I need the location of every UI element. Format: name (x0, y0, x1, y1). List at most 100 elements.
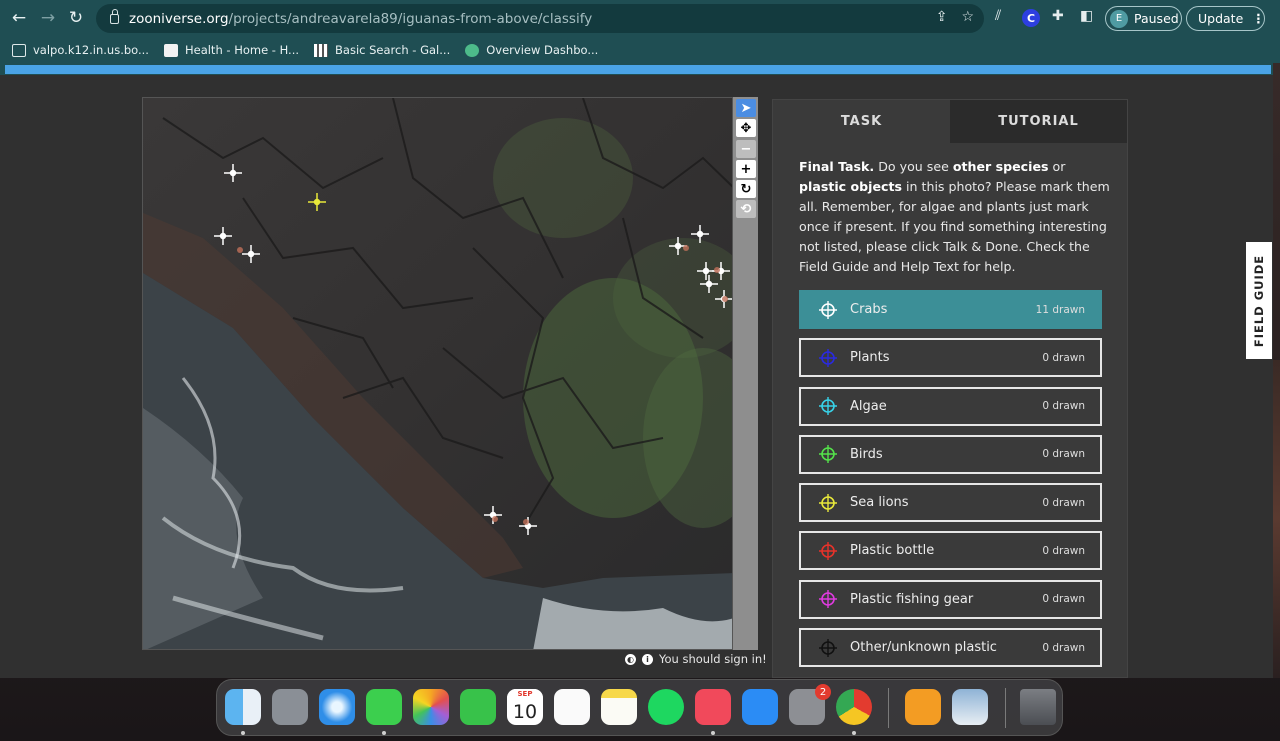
safari-icon[interactable] (319, 689, 355, 725)
trash-icon[interactable] (1020, 689, 1056, 725)
photos-icon[interactable] (413, 689, 449, 725)
instruction-text: or (1048, 159, 1066, 174)
field-guide-button[interactable]: FIELD GUIDE (1246, 242, 1272, 359)
extension-icon[interactable]: ⫽ (995, 8, 1001, 24)
crosshair-icon (819, 541, 837, 560)
bookmark-star-icon[interactable]: ☆ (961, 9, 974, 25)
facetime-icon[interactable] (460, 689, 496, 725)
url-path: /projects/andreavarela89/iguanas-from-ab… (228, 10, 593, 27)
bookmark-label: Health - Home - H... (184, 43, 300, 57)
task-panel: TASK TUTORIAL Final Task. Do you see oth… (772, 99, 1128, 678)
tool-crabs[interactable]: Crabs 11 drawn (799, 290, 1102, 329)
forward-arrow-icon[interactable]: → (34, 4, 62, 32)
launchpad-icon[interactable] (272, 689, 308, 725)
tool-sea-lions[interactable]: Sea lions 0 drawn (799, 483, 1102, 523)
notification-badge: 2 (815, 684, 831, 700)
finder-icon[interactable] (225, 689, 261, 725)
profile-button[interactable]: E Paused (1105, 6, 1182, 31)
instruction-emphasis: other species (952, 159, 1049, 174)
pointer-icon[interactable]: ➤ (736, 99, 756, 117)
zooniverse-page: ➤ ✥ − + ↻ ⟲ ◐ i You should sign in! TASK… (0, 63, 1273, 678)
subject-image[interactable] (142, 97, 733, 650)
tool-label: Sea lions (850, 495, 909, 511)
folder-icon (12, 43, 26, 57)
reminders-icon[interactable] (554, 689, 590, 725)
spotify-icon[interactable] (648, 689, 684, 725)
zoom-in-icon[interactable]: + (736, 160, 756, 178)
extension-c-icon[interactable]: C (1022, 9, 1040, 27)
macos-dock: SEP 10 2 (216, 679, 1063, 736)
instruction-lead: Final Task. (799, 159, 875, 174)
image-toolbar: ➤ ✥ − + ↻ ⟲ (733, 97, 758, 650)
messages-icon[interactable] (366, 689, 402, 725)
back-arrow-icon[interactable]: ← (5, 4, 33, 32)
bookmark-item[interactable]: Health - Home - H... (163, 43, 300, 57)
tool-count: 0 drawn (1042, 593, 1085, 606)
pan-icon[interactable]: ✥ (736, 119, 756, 137)
chrome-icon[interactable] (836, 689, 872, 725)
tool-count: 0 drawn (1042, 641, 1085, 654)
tab-tutorial[interactable]: TUTORIAL (950, 100, 1127, 143)
tool-other-unknown-plastic[interactable]: Other/unknown plastic 0 drawn (799, 628, 1102, 668)
gale-icon (314, 43, 329, 57)
share-icon[interactable]: ⇪ (936, 9, 948, 25)
zoom-out-icon[interactable]: − (736, 140, 756, 158)
contrast-icon[interactable]: ◐ (625, 653, 636, 665)
update-label: Update (1198, 11, 1244, 26)
crosshair-icon (819, 445, 837, 464)
tool-label: Plants (850, 350, 890, 366)
app-store-icon[interactable] (742, 689, 778, 725)
lock-icon (110, 8, 119, 24)
url-host: zooniverse.org (129, 10, 229, 27)
calendar-month: SEP (507, 689, 543, 699)
task-instructions: Final Task. Do you see other species or … (799, 157, 1111, 277)
browser-toolbar: ← → ↻ zooniverse.org/projects/andreavare… (0, 0, 1280, 37)
tool-count: 0 drawn (1042, 544, 1085, 557)
news-icon[interactable] (695, 689, 731, 725)
address-bar[interactable]: zooniverse.org/projects/andreavarela89/i… (96, 4, 984, 33)
profile-status: Paused (1134, 11, 1179, 26)
side-panel-icon[interactable]: ◧ (1080, 8, 1093, 24)
crosshair-icon (819, 348, 837, 367)
calendar-icon[interactable]: SEP 10 (507, 689, 543, 725)
tool-count: 0 drawn (1042, 496, 1085, 509)
tab-task[interactable]: TASK (773, 100, 950, 143)
health-icon (163, 43, 178, 57)
tool-label: Birds (850, 446, 883, 462)
drawing-tools-list: Crabs 11 drawn Plants 0 drawn Algae 0 drawn Bi… (799, 290, 1102, 676)
tool-label: Other/unknown plastic (850, 640, 997, 656)
notes-icon[interactable] (601, 689, 637, 725)
field-guide-label: FIELD GUIDE (1252, 254, 1267, 347)
crosshair-icon (819, 300, 837, 319)
tool-algae[interactable]: Algae 0 drawn (799, 386, 1102, 426)
tool-label: Plastic bottle (850, 543, 935, 559)
rotate-icon[interactable]: ↻ (736, 180, 756, 198)
tool-plastic-fishing-gear[interactable]: Plastic fishing gear 0 drawn (799, 579, 1102, 619)
bookmark-item[interactable]: Basic Search - Gal... (314, 43, 450, 57)
update-button[interactable]: Update ⋮ (1186, 6, 1265, 31)
screen: ← → ↻ zooniverse.org/projects/andreavare… (0, 0, 1280, 741)
home-icon[interactable] (905, 689, 941, 725)
tool-birds[interactable]: Birds 0 drawn (799, 434, 1102, 474)
puzzle-icon[interactable]: ✚ (1052, 8, 1064, 24)
reset-icon[interactable]: ⟲ (736, 200, 756, 218)
tool-count: 0 drawn (1042, 400, 1085, 413)
signin-notice: ◐ i You should sign in! (625, 652, 767, 666)
preview-icon[interactable] (952, 689, 988, 725)
info-icon[interactable]: i (642, 653, 653, 665)
tool-count: 0 drawn (1042, 351, 1085, 364)
bookmarks-bar: valpo.k12.in.us.bo... Health - Home - H.… (0, 37, 1280, 63)
bookmark-item[interactable]: valpo.k12.in.us.bo... (12, 43, 149, 57)
reload-icon[interactable]: ↻ (62, 4, 90, 32)
bookmark-item[interactable]: Overview Dashbo... (465, 43, 598, 57)
tool-count: 0 drawn (1042, 448, 1085, 461)
bookmark-label: Basic Search - Gal... (335, 43, 451, 57)
tool-label: Crabs (850, 302, 888, 317)
avatar: E (1110, 9, 1128, 28)
page-top-bar (0, 63, 1273, 75)
bookmark-label: Overview Dashbo... (486, 43, 599, 57)
crosshair-icon (819, 397, 837, 416)
overview-icon (465, 43, 480, 57)
tool-plants[interactable]: Plants 0 drawn (799, 338, 1102, 378)
tool-plastic-bottle[interactable]: Plastic bottle 0 drawn (799, 531, 1102, 571)
